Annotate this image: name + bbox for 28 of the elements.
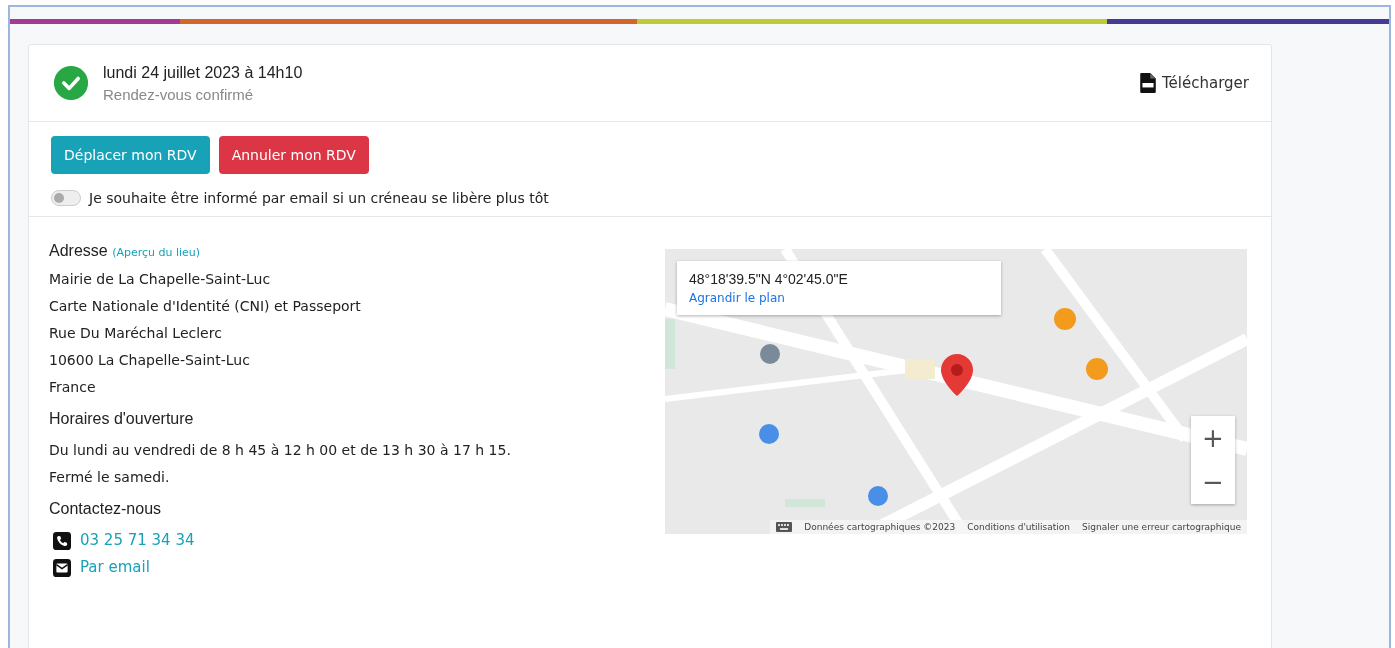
- map-coordinates: 48°18'39.5"N 4°02'45.0"E: [689, 271, 849, 287]
- address-line: France: [49, 378, 97, 397]
- map-attribution-link[interactable]: Données cartographiques ©2023: [804, 522, 956, 532]
- contact-heading: Contactez-nous: [49, 499, 163, 519]
- address-line: Rue Du Maréchal Leclerc: [49, 324, 223, 343]
- keyboard-icon: [776, 522, 793, 532]
- zoom-out-button[interactable]: −: [1191, 460, 1235, 504]
- hours-line: Du lundi au vendredi de 8 h 45 à 12 h 00 et de 13 h 30 à 17 h 15.: [49, 441, 512, 460]
- toggle-label: Je souhaite être informé par email si un créneau se libère plus tôt: [89, 190, 549, 206]
- map-attribution-link[interactable]: Conditions d'utilisation: [967, 522, 1071, 532]
- address-line: Mairie de La Chapelle-Saint-Luc: [49, 270, 272, 289]
- enlarge-map-link[interactable]: Agrandir le plan: [689, 291, 989, 305]
- address-line: 10600 La Chapelle-Saint-Luc: [49, 351, 251, 370]
- address-heading: Adresse: [49, 242, 108, 259]
- address-line: Carte Nationale d'Identité (CNI) et Passeport: [49, 297, 362, 316]
- phone-icon: [53, 531, 71, 550]
- pdf-file-icon: [1140, 73, 1156, 93]
- appointment-status: Rendez-vous confirmé: [103, 85, 255, 103]
- toggle-switch[interactable]: [51, 190, 81, 206]
- appointment-date: lundi 24 juillet 2023 à 14h10: [103, 63, 304, 82]
- download-link[interactable]: Télécharger: [1140, 73, 1249, 93]
- hours-line: Fermé le samedi.: [49, 468, 171, 487]
- zoom-in-button[interactable]: +: [1191, 416, 1235, 460]
- map-attribution-link[interactable]: Signaler une erreur cartographique: [1082, 522, 1241, 532]
- map[interactable]: 48°18'39.5"N 4°02'45.0"E Agrandir le plan + − Données cartographiques ©2023 Conditions d'utilisation Signaler une erreur cartographique: [665, 249, 1247, 534]
- hours-heading: Horaires d'ouverture: [49, 409, 195, 429]
- action-button[interactable]: Annuler mon RDV: [218, 136, 369, 174]
- envelope-icon: [53, 558, 71, 577]
